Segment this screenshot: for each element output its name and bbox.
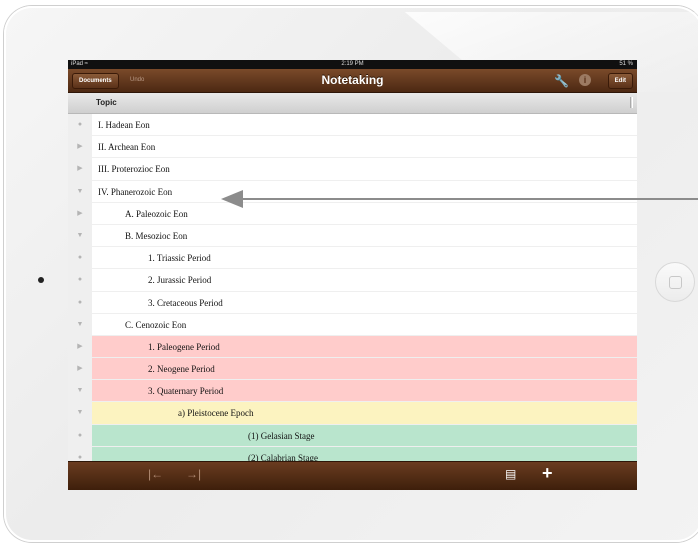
outdent-icon[interactable]: |← (148, 467, 163, 481)
nav-bar: Documents Undo Notetaking 🔧 i Edit (68, 69, 637, 93)
column-title: Topic (96, 98, 117, 107)
expand-triangle-icon[interactable]: ▶ (68, 136, 92, 158)
collapse-triangle-icon[interactable]: ▼ (68, 380, 92, 402)
camera-dot (38, 277, 44, 283)
callout-line (240, 198, 698, 200)
collapse-triangle-icon[interactable]: ▼ (68, 180, 92, 202)
row-content (92, 114, 637, 135)
note-icon[interactable]: ▤ (505, 467, 516, 481)
outline-row[interactable]: ● 1. Triassic Period (68, 247, 637, 270)
row-text[interactable]: I. Hadean Eon (98, 114, 150, 136)
row-text[interactable]: C. Cenozoic Eon (125, 314, 186, 336)
outline-row[interactable]: ● (1) Gelasian Stage (68, 424, 637, 447)
row-text[interactable]: 3. Cretaceous Period (148, 292, 223, 314)
row-text[interactable]: II. Archean Eon (98, 136, 155, 158)
outline-list: ● I. Hadean Eon ▶ II. Archean Eon ▶ III. Prot… (68, 114, 637, 469)
expand-triangle-icon[interactable]: ▶ (68, 335, 92, 358)
outline-row[interactable]: ▶ A. Paleozoic Eon (68, 202, 637, 225)
outline-row[interactable]: ▼ B. Mesozioc Eon (68, 224, 637, 248)
row-text[interactable]: 2. Jurassic Period (148, 269, 211, 291)
outline-row[interactable]: ● I. Hadean Eon (68, 114, 637, 137)
row-content (92, 424, 637, 446)
home-button[interactable] (655, 262, 695, 302)
indent-icon[interactable]: →| (186, 467, 201, 481)
row-content (92, 136, 637, 157)
outline-row[interactable]: ● 3. Cretaceous Period (68, 291, 637, 314)
row-text[interactable]: 3. Quaternary Period (148, 380, 223, 402)
row-text[interactable]: B. Mesozioc Eon (125, 225, 187, 247)
row-text[interactable]: (1) Gelasian Stage (248, 425, 314, 447)
collapse-triangle-icon[interactable]: ▼ (68, 402, 92, 424)
info-icon[interactable]: i (579, 74, 591, 86)
row-text[interactable]: A. Paleozoic Eon (125, 203, 188, 225)
wrench-icon[interactable]: 🔧 (554, 74, 569, 88)
bullet-icon[interactable]: ● (68, 424, 92, 446)
outline-row[interactable]: ▶ 2. Neogene Period (68, 358, 637, 381)
app-screen: iPad ≈ 2:19 PM 51 % Documents Undo Notet… (68, 60, 637, 490)
row-text[interactable]: III. Proterozioc Eon (98, 158, 170, 180)
row-text[interactable]: IV. Phanerozoic Eon (98, 181, 172, 203)
bullet-icon[interactable]: ● (68, 114, 92, 136)
outline-row[interactable]: ▼ C. Cenozoic Eon (68, 313, 637, 336)
document-title: Notetaking (321, 73, 384, 87)
expand-triangle-icon[interactable]: ▶ (68, 358, 92, 380)
outline-row[interactable]: ▼ 3. Quaternary Period (68, 380, 637, 403)
row-content (92, 158, 637, 179)
row-content (92, 402, 637, 424)
resize-handle[interactable] (630, 97, 633, 108)
outline-row[interactable]: ▶ II. Archean Eon (68, 136, 637, 159)
edit-button[interactable]: Edit (607, 73, 633, 89)
add-icon[interactable]: + (542, 463, 553, 484)
status-bar: iPad ≈ 2:19 PM 51 % (68, 60, 637, 69)
expand-triangle-icon[interactable]: ▶ (68, 202, 92, 224)
expand-triangle-icon[interactable]: ▶ (68, 158, 92, 180)
row-text[interactable]: 1. Triassic Period (148, 247, 211, 269)
bullet-icon[interactable]: ● (68, 269, 92, 291)
bullet-icon[interactable]: ● (68, 291, 92, 313)
outline-row[interactable]: ▶ 1. Paleogene Period (68, 335, 637, 359)
column-header[interactable]: Topic (68, 93, 637, 114)
collapse-triangle-icon[interactable]: ▼ (68, 313, 92, 335)
row-text[interactable]: 1. Paleogene Period (148, 336, 220, 358)
clock: 2:19 PM (341, 61, 364, 67)
bullet-icon[interactable]: ● (68, 247, 92, 269)
battery: 51 % (619, 61, 633, 67)
bottom-toolbar: |← →| ▤ + (68, 461, 637, 490)
outline-row[interactable]: ● 2. Jurassic Period (68, 269, 637, 292)
row-text[interactable]: 2. Neogene Period (148, 358, 215, 380)
collapse-triangle-icon[interactable]: ▼ (68, 224, 92, 247)
outline-row[interactable]: ▶ III. Proterozioc Eon (68, 158, 637, 181)
outline-row[interactable]: ▼ a) Pleistocene Epoch (68, 402, 637, 425)
row-text[interactable]: a) Pleistocene Epoch (178, 402, 253, 424)
